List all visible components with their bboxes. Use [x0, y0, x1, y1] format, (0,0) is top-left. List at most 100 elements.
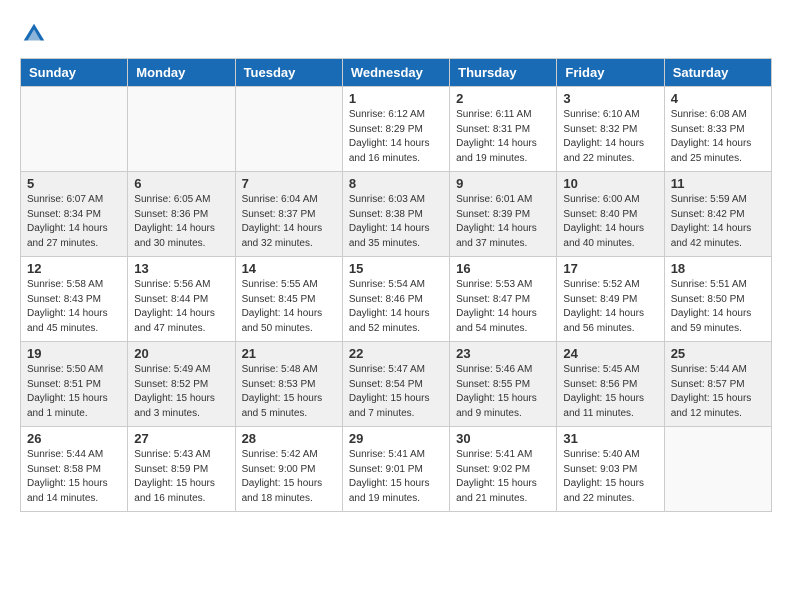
day-number: 28 [242, 431, 336, 446]
calendar-day-10: 10 Sunrise: 6:00 AM Sunset: 8:40 PM Dayli… [557, 172, 664, 257]
calendar-day-6: 6Sunrise: 6:05 AM Sunset: 8:36 PM Daylig… [128, 172, 235, 257]
calendar-week-row: 1 Sunrise: 6:12 AM Sunset: 8:29 PM Daylig… [21, 87, 772, 172]
col-header-friday: Friday [557, 59, 664, 87]
calendar-day-27: 27 Sunrise: 5:43 AM Sunset: 8:59 PM Dayli… [128, 427, 235, 512]
calendar-day-1: 1 Sunrise: 6:12 AM Sunset: 8:29 PM Daylig… [342, 87, 449, 172]
calendar-day-21: 21 Sunrise: 5:48 AM Sunset: 8:53 PM Dayli… [235, 342, 342, 427]
day-number: 30 [456, 431, 550, 446]
calendar-week-row: 5 Sunrise: 6:07 AM Sunset: 8:34 PM Daylig… [21, 172, 772, 257]
day-info: Sunrise: 5:44 AM Sunset: 8:57 PM Dayligh… [671, 363, 765, 421]
day-info: Sunrise: 5:52 AM Sunset: 8:49 PM Dayligh… [563, 278, 657, 336]
calendar-day-20: 20 Sunrise: 5:49 AM Sunset: 8:52 PM Dayli… [128, 342, 235, 427]
day-number: 7 [242, 176, 336, 191]
day-number: 17 [563, 261, 657, 276]
calendar-day-30: 30 Sunrise: 5:41 AM Sunset: 9:02 PM Dayli… [450, 427, 557, 512]
calendar-week-row: 26 Sunrise: 5:44 AM Sunset: 8:58 PM Dayli… [21, 427, 772, 512]
calendar-day-29: 29 Sunrise: 5:41 AM Sunset: 9:01 PM Dayli… [342, 427, 449, 512]
calendar-day-31: 31Sunrise: 5:40 AM Sunset: 9:03 PM Dayli… [557, 427, 664, 512]
day-info: Sunrise: 5:50 AM Sunset: 8:51 PM Dayligh… [27, 363, 121, 421]
calendar-day-24: 24 Sunrise: 5:45 AM Sunset: 8:56 PM Dayli… [557, 342, 664, 427]
day-number: 31 [563, 431, 657, 446]
day-info: Sunrise: 5:55 AM Sunset: 8:45 PM Dayligh… [242, 278, 336, 336]
page-header [20, 20, 772, 48]
day-number: 1 [349, 91, 443, 106]
day-number: 5 [27, 176, 121, 191]
logo [20, 20, 52, 48]
calendar-table: SundayMondayTuesdayWednesdayThursdayFrid… [20, 58, 772, 512]
day-number: 21 [242, 346, 336, 361]
day-number: 9 [456, 176, 550, 191]
col-header-sunday: Sunday [21, 59, 128, 87]
day-number: 18 [671, 261, 765, 276]
day-info: Sunrise: 6:04 AM Sunset: 8:37 PM Dayligh… [242, 193, 336, 251]
day-info: Sunrise: 6:01 AM Sunset: 8:39 PM Dayligh… [456, 193, 550, 251]
day-info: Sunrise: 6:07 AM Sunset: 8:34 PM Dayligh… [27, 193, 121, 251]
calendar-day-12: 12Sunrise: 5:58 AM Sunset: 8:43 PM Dayli… [21, 257, 128, 342]
col-header-wednesday: Wednesday [342, 59, 449, 87]
day-info: Sunrise: 5:41 AM Sunset: 9:01 PM Dayligh… [349, 448, 443, 506]
day-number: 19 [27, 346, 121, 361]
day-number: 24 [563, 346, 657, 361]
col-header-saturday: Saturday [664, 59, 771, 87]
calendar-week-row: 12Sunrise: 5:58 AM Sunset: 8:43 PM Dayli… [21, 257, 772, 342]
day-info: Sunrise: 5:53 AM Sunset: 8:47 PM Dayligh… [456, 278, 550, 336]
day-info: Sunrise: 6:05 AM Sunset: 8:36 PM Dayligh… [134, 193, 228, 251]
day-number: 12 [27, 261, 121, 276]
calendar-day-25: 25 Sunrise: 5:44 AM Sunset: 8:57 PM Dayli… [664, 342, 771, 427]
day-info: Sunrise: 5:44 AM Sunset: 8:58 PM Dayligh… [27, 448, 121, 506]
day-info: Sunrise: 5:41 AM Sunset: 9:02 PM Dayligh… [456, 448, 550, 506]
calendar-day-13: 13Sunrise: 5:56 AM Sunset: 8:44 PM Dayli… [128, 257, 235, 342]
day-number: 3 [563, 91, 657, 106]
day-number: 29 [349, 431, 443, 446]
calendar-day-7: 7 Sunrise: 6:04 AM Sunset: 8:37 PM Daylig… [235, 172, 342, 257]
calendar-day-28: 28 Sunrise: 5:42 AM Sunset: 9:00 PM Dayli… [235, 427, 342, 512]
day-info: Sunrise: 6:08 AM Sunset: 8:33 PM Dayligh… [671, 108, 765, 166]
col-header-thursday: Thursday [450, 59, 557, 87]
calendar-day-19: 19 Sunrise: 5:50 AM Sunset: 8:51 PM Dayli… [21, 342, 128, 427]
day-number: 2 [456, 91, 550, 106]
calendar-day-8: 8 Sunrise: 6:03 AM Sunset: 8:38 PM Daylig… [342, 172, 449, 257]
day-info: Sunrise: 5:42 AM Sunset: 9:00 PM Dayligh… [242, 448, 336, 506]
day-info: Sunrise: 5:49 AM Sunset: 8:52 PM Dayligh… [134, 363, 228, 421]
calendar-week-row: 19 Sunrise: 5:50 AM Sunset: 8:51 PM Dayli… [21, 342, 772, 427]
day-info: Sunrise: 5:46 AM Sunset: 8:55 PM Dayligh… [456, 363, 550, 421]
day-number: 4 [671, 91, 765, 106]
day-number: 11 [671, 176, 765, 191]
day-number: 20 [134, 346, 228, 361]
day-number: 25 [671, 346, 765, 361]
day-info: Sunrise: 5:51 AM Sunset: 8:50 PM Dayligh… [671, 278, 765, 336]
calendar-day-4: 4 Sunrise: 6:08 AM Sunset: 8:33 PM Daylig… [664, 87, 771, 172]
day-number: 27 [134, 431, 228, 446]
calendar-day-17: 17 Sunrise: 5:52 AM Sunset: 8:49 PM Dayli… [557, 257, 664, 342]
col-header-tuesday: Tuesday [235, 59, 342, 87]
calendar-day-18: 18 Sunrise: 5:51 AM Sunset: 8:50 PM Dayli… [664, 257, 771, 342]
day-info: Sunrise: 5:43 AM Sunset: 8:59 PM Dayligh… [134, 448, 228, 506]
calendar-day-empty [128, 87, 235, 172]
day-number: 8 [349, 176, 443, 191]
calendar-day-14: 14 Sunrise: 5:55 AM Sunset: 8:45 PM Dayli… [235, 257, 342, 342]
day-info: Sunrise: 6:00 AM Sunset: 8:40 PM Dayligh… [563, 193, 657, 251]
calendar-day-23: 23Sunrise: 5:46 AM Sunset: 8:55 PM Dayli… [450, 342, 557, 427]
day-number: 10 [563, 176, 657, 191]
day-number: 16 [456, 261, 550, 276]
calendar-day-2: 2 Sunrise: 6:11 AM Sunset: 8:31 PM Daylig… [450, 87, 557, 172]
calendar-day-3: 3Sunrise: 6:10 AM Sunset: 8:32 PM Daylig… [557, 87, 664, 172]
day-info: Sunrise: 5:45 AM Sunset: 8:56 PM Dayligh… [563, 363, 657, 421]
day-number: 26 [27, 431, 121, 446]
calendar-day-11: 11Sunrise: 5:59 AM Sunset: 8:42 PM Dayli… [664, 172, 771, 257]
calendar-day-16: 16 Sunrise: 5:53 AM Sunset: 8:47 PM Dayli… [450, 257, 557, 342]
day-info: Sunrise: 5:56 AM Sunset: 8:44 PM Dayligh… [134, 278, 228, 336]
calendar-day-empty [21, 87, 128, 172]
calendar-day-26: 26 Sunrise: 5:44 AM Sunset: 8:58 PM Dayli… [21, 427, 128, 512]
day-info: Sunrise: 6:11 AM Sunset: 8:31 PM Dayligh… [456, 108, 550, 166]
day-number: 14 [242, 261, 336, 276]
day-info: Sunrise: 6:03 AM Sunset: 8:38 PM Dayligh… [349, 193, 443, 251]
calendar-day-5: 5 Sunrise: 6:07 AM Sunset: 8:34 PM Daylig… [21, 172, 128, 257]
day-number: 15 [349, 261, 443, 276]
calendar-day-22: 22Sunrise: 5:47 AM Sunset: 8:54 PM Dayli… [342, 342, 449, 427]
day-info: Sunrise: 5:48 AM Sunset: 8:53 PM Dayligh… [242, 363, 336, 421]
col-header-monday: Monday [128, 59, 235, 87]
day-info: Sunrise: 6:12 AM Sunset: 8:29 PM Dayligh… [349, 108, 443, 166]
calendar-header-row: SundayMondayTuesdayWednesdayThursdayFrid… [21, 59, 772, 87]
logo-icon [20, 20, 48, 48]
